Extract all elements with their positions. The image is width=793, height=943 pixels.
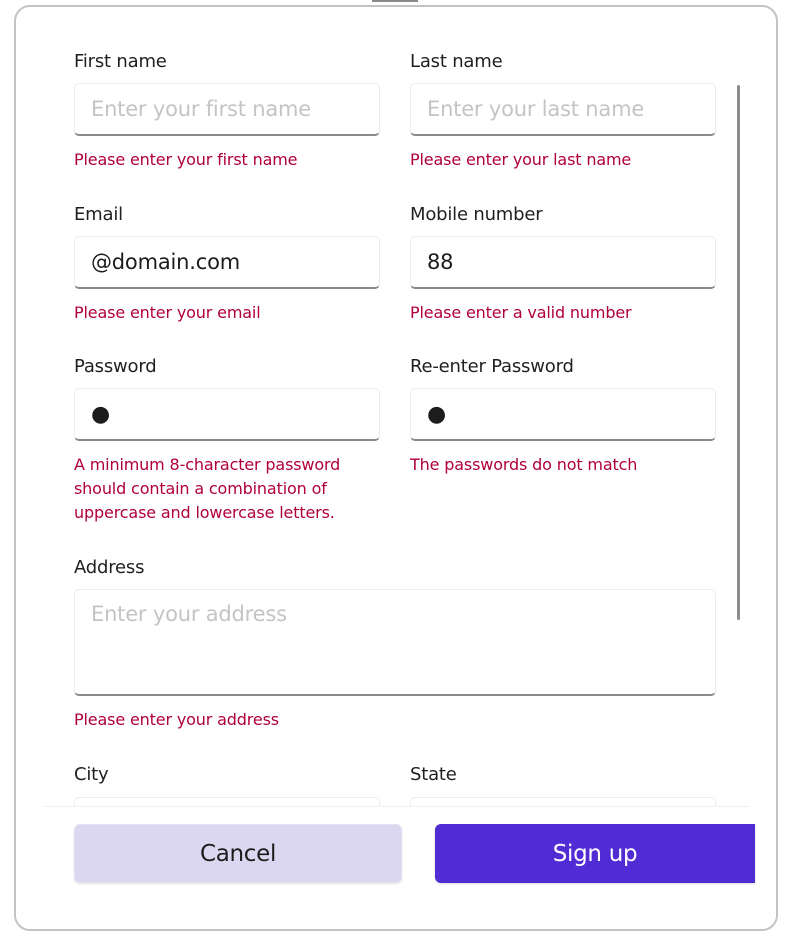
password-label: Password [74, 356, 157, 377]
mobile-number-label: Mobile number [410, 204, 543, 225]
dialog-footer: Cancel Sign up [16, 807, 776, 929]
password-error: A minimum 8-character password should co… [74, 455, 341, 522]
last-name-label: Last name [410, 51, 503, 72]
mobile-number-field: Mobile number 88 Please enter a valid nu… [410, 202, 716, 325]
signup-dialog: First name Enter your first name Please … [14, 5, 778, 931]
address-input[interactable]: Enter your address [74, 589, 716, 696]
sign-up-button[interactable]: Sign up [435, 824, 755, 883]
first-name-field: First name Enter your first name Please … [74, 49, 380, 172]
last-name-input[interactable]: Enter your last name [410, 83, 716, 136]
drag-handle[interactable] [372, 0, 418, 2]
last-name-field: Last name Enter your last name Please en… [410, 49, 716, 172]
first-name-input[interactable]: Enter your first name [74, 83, 380, 136]
address-error: Please enter your address [74, 710, 279, 729]
form-scroll-area[interactable]: First name Enter your first name Please … [16, 7, 776, 806]
email-field: Email @domain.com Please enter your emai… [74, 202, 380, 325]
email-input[interactable]: @domain.com [74, 236, 380, 289]
reenter-password-label: Re-enter Password [410, 356, 574, 377]
state-field: State [410, 762, 716, 788]
cancel-button[interactable]: Cancel [74, 824, 402, 883]
address-label: Address [74, 557, 145, 578]
mobile-number-input[interactable]: 88 [410, 236, 716, 289]
reenter-password-field: Re-enter Password ● The passwords do not… [410, 354, 716, 477]
state-input[interactable] [410, 797, 716, 806]
address-field: Address Enter your address Please enter … [74, 555, 716, 732]
scrollbar-thumb[interactable] [737, 85, 740, 620]
reenter-password-input[interactable]: ● [410, 388, 716, 441]
password-input[interactable]: ● [74, 388, 380, 441]
reenter-password-error: The passwords do not match [410, 455, 638, 474]
city-label: City [74, 764, 109, 785]
city-input[interactable] [74, 797, 380, 806]
last-name-error: Please enter your last name [410, 150, 632, 169]
password-field: Password ● A minimum 8-character passwor… [74, 354, 380, 525]
first-name-label: First name [74, 51, 167, 72]
first-name-error: Please enter your first name [74, 150, 298, 169]
state-label: State [410, 764, 457, 785]
email-label: Email [74, 204, 123, 225]
city-field: City [74, 762, 380, 788]
email-error: Please enter your email [74, 303, 261, 322]
mobile-number-error: Please enter a valid number [410, 303, 632, 322]
